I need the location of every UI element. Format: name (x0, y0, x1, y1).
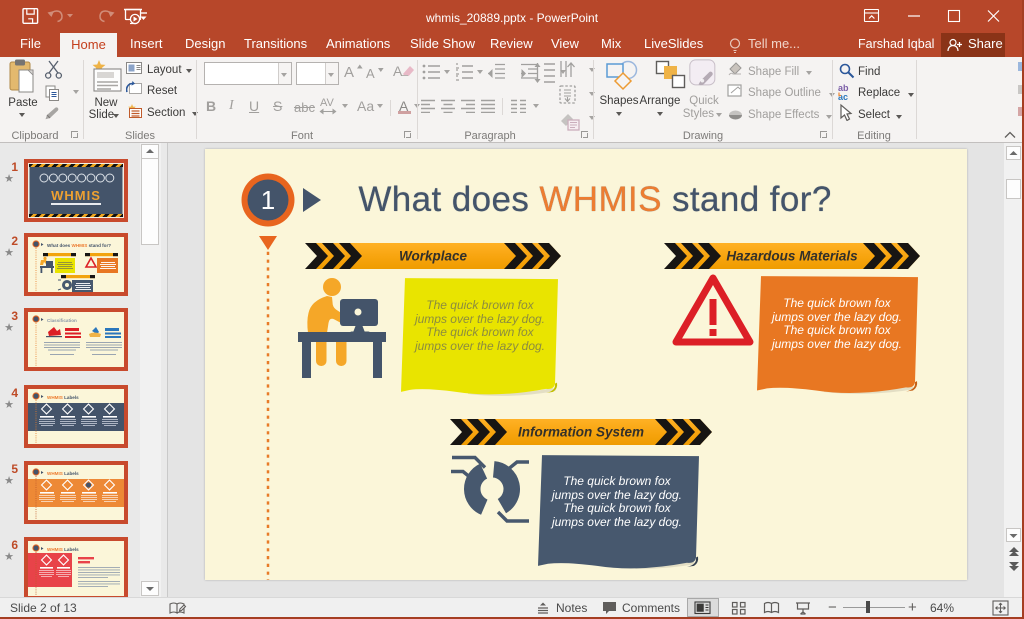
svg-text:Hazardous Materials: Hazardous Materials (726, 249, 858, 264)
svg-text:Classification: Classification (47, 318, 77, 323)
svg-text:1: 1 (261, 185, 275, 215)
svg-text:What does WHMIS stand for?: What does WHMIS stand for? (47, 243, 111, 248)
svg-text:WHMIS Labels: WHMIS Labels (47, 471, 79, 476)
svg-text:WHMIS Labels: WHMIS Labels (47, 547, 79, 552)
svg-text:WHMIS Labels: WHMIS Labels (47, 395, 79, 400)
svg-text:Workplace: Workplace (399, 249, 468, 264)
svg-text:Information System: Information System (518, 425, 644, 440)
